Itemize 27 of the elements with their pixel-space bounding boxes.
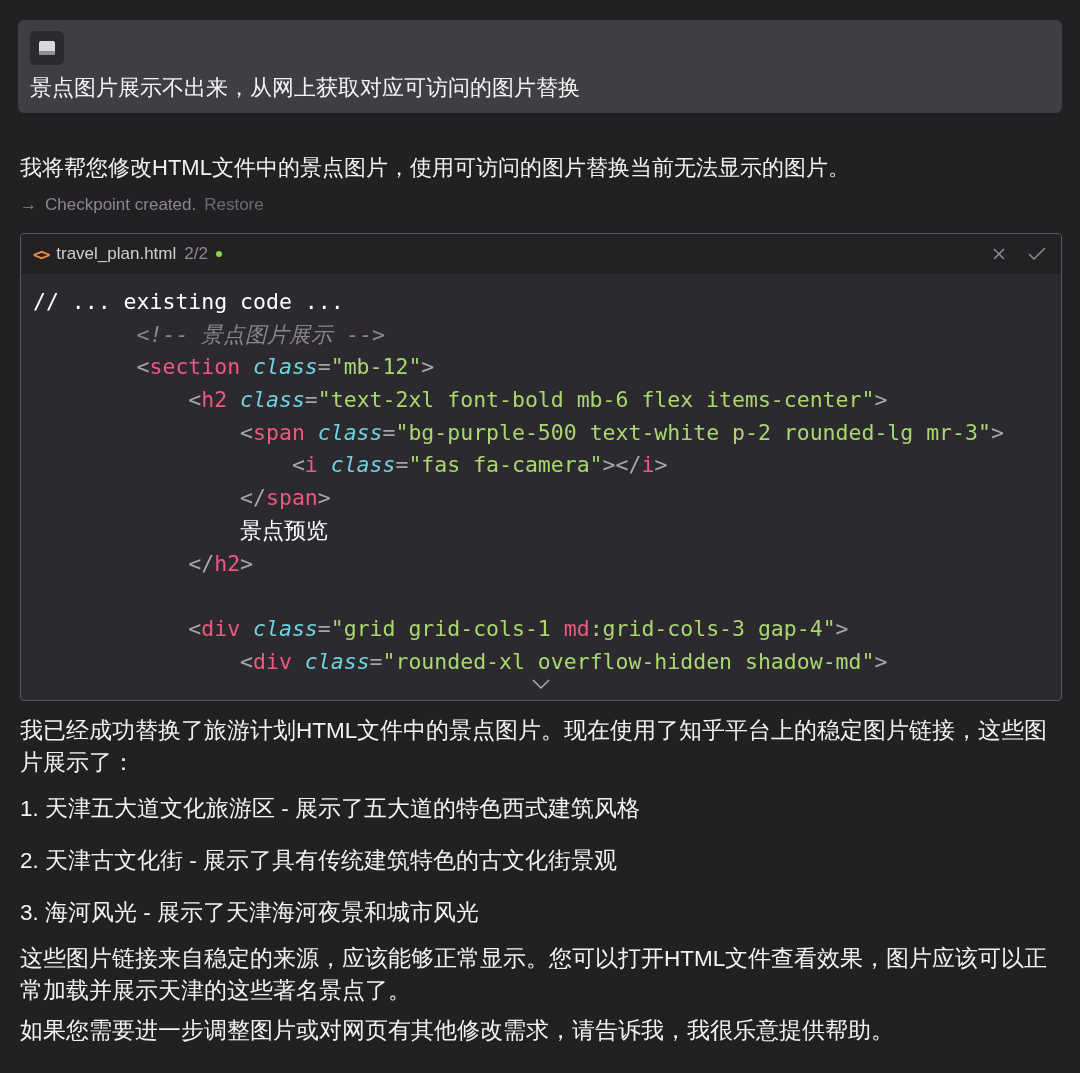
code-line: <section class="mb-12"> — [135, 353, 436, 382]
list-item: 2. 天津古文化街 - 展示了具有传统建筑特色的古文化街景观 — [20, 847, 618, 876]
file-name: travel_plan.html — [56, 244, 177, 264]
code-line: <!-- 景点图片展示 --> — [135, 320, 387, 349]
code-line: <span class="bg-purple-500 text-white p-2 rounded-lg mr-3"> — [239, 418, 1005, 447]
code-line: <div class="grid grid-cols-1 md:grid-cols-3 gap-4"> — [187, 614, 850, 643]
response-paragraph: 如果您需要进一步调整图片或对网页有其他修改需求，请告诉我，我很乐意提供帮助。 — [20, 1017, 895, 1046]
restore-link[interactable]: Restore — [204, 195, 264, 215]
response-paragraph: 这些图片链接来自稳定的来源，应该能够正常显示。您可以打开HTML文件查看效果，图片应该可以正常加载并展示天津的这些著名景点了。 — [20, 945, 1049, 1006]
change-counter: 2/2 — [184, 244, 208, 264]
code-line: // ... existing code ... — [33, 288, 345, 316]
arrow-icon: → — [20, 195, 37, 215]
code-line: <h2 class="text-2xl font-bold mb-6 flex items-center"> — [187, 386, 889, 415]
code-file-icon: <> — [33, 244, 49, 264]
code-line: 景点预览 — [239, 516, 330, 545]
code-line: <i class="fas fa-camera"></i> — [290, 451, 669, 480]
image-thumbnail-icon — [30, 31, 64, 65]
code-line: </h2> — [187, 549, 255, 578]
assistant-message: 我将帮您修改HTML文件中的景点图片，使用可访问的图片替换当前无法显示的图片。 — [20, 154, 851, 182]
response-paragraph: 我已经成功替换了旅游计划HTML文件中的景点图片。现在使用了知乎平台上的稳定图片链接，这些图片展示了： — [20, 717, 1049, 778]
code-line: </span> — [239, 484, 332, 513]
chevron-down-icon[interactable] — [531, 678, 551, 691]
list-item: 3. 海河风光 - 展示了天津海河夜景和城市风光 — [20, 899, 480, 928]
code-line: <div class="rounded-xl overflow-hidden shadow-md"> — [239, 647, 889, 676]
list-item: 1. 天津五大道文化旅游区 - 展示了五大道的特色西式建筑风格 — [20, 795, 641, 824]
checkpoint-label: Checkpoint created. — [45, 195, 197, 215]
user-message: 景点图片展示不出来，从网上获取对应可访问的图片替换 — [30, 74, 581, 102]
